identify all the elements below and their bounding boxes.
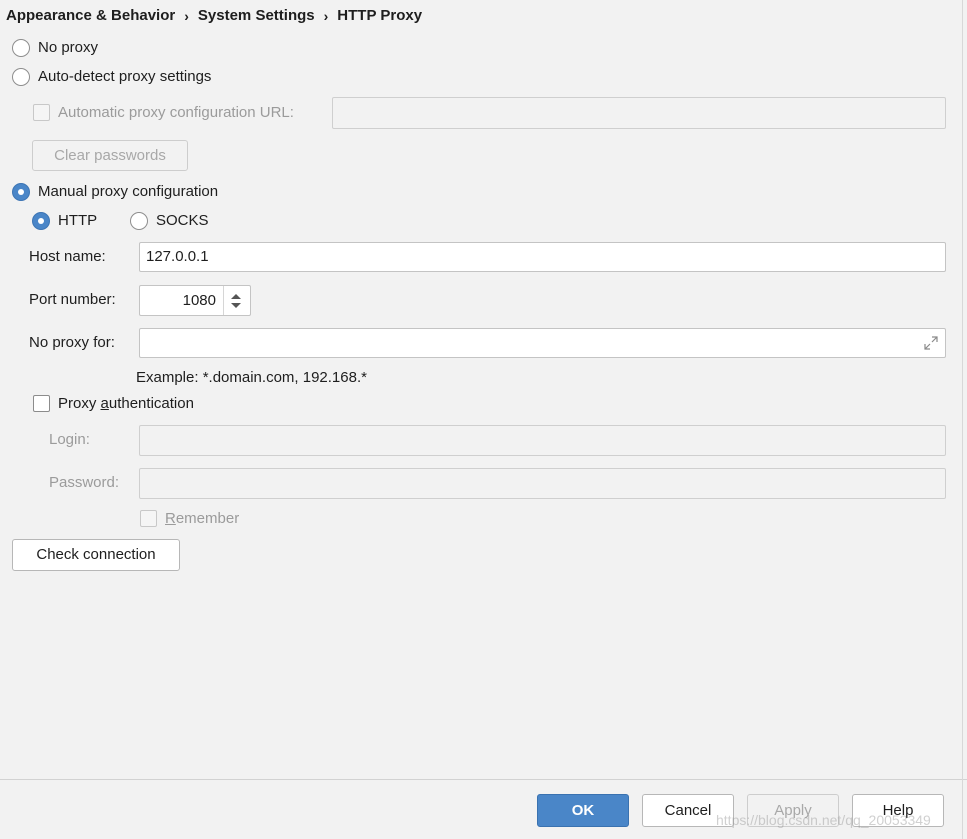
stepper-divider xyxy=(223,286,224,315)
no-proxy-radio[interactable] xyxy=(12,39,30,57)
breadcrumb-current: HTTP Proxy xyxy=(337,7,423,24)
breadcrumb: Appearance & Behavior › System Settings … xyxy=(6,7,422,24)
chevron-right-icon: › xyxy=(184,7,189,24)
clear-passwords-button[interactable]: Clear passwords xyxy=(32,140,188,171)
proxy-auth-label[interactable]: Proxy authentication xyxy=(58,395,194,413)
host-name-input[interactable]: 127.0.0.1 xyxy=(139,242,946,272)
footer-divider xyxy=(0,779,967,780)
proxy-auth-mnemonic: a xyxy=(100,395,109,412)
http-radio[interactable] xyxy=(32,212,50,230)
no-proxy-example: Example: *.domain.com, 192.168.* xyxy=(136,369,367,386)
password-input[interactable] xyxy=(139,468,946,499)
port-number-stepper[interactable]: 1080 xyxy=(139,285,251,316)
stepper-arrows-icon[interactable] xyxy=(230,291,242,311)
remember-mnemonic: R xyxy=(165,510,176,527)
manual-proxy-label[interactable]: Manual proxy configuration xyxy=(38,183,218,201)
ok-button[interactable]: OK xyxy=(537,794,629,827)
no-proxy-label[interactable]: No proxy xyxy=(38,39,98,57)
proxy-auth-label-prefix: Proxy xyxy=(58,395,101,412)
socks-label[interactable]: SOCKS xyxy=(156,212,209,230)
host-name-label: Host name: xyxy=(29,248,106,265)
remember-label: Remember xyxy=(165,510,239,528)
no-proxy-for-label: No proxy for: xyxy=(29,334,115,351)
breadcrumb-item[interactable]: Appearance & Behavior xyxy=(6,7,175,24)
chevron-right-icon: › xyxy=(323,7,329,24)
login-label: Login: xyxy=(49,431,90,448)
port-number-label: Port number: xyxy=(29,291,116,308)
password-label: Password: xyxy=(49,474,120,491)
breadcrumb-item[interactable]: System Settings xyxy=(198,7,315,24)
auto-detect-label[interactable]: Auto-detect proxy settings xyxy=(38,68,211,86)
window-edge xyxy=(962,0,963,839)
expand-icon[interactable] xyxy=(923,335,939,351)
check-connection-button[interactable]: Check connection xyxy=(12,539,180,571)
auto-config-url-input[interactable] xyxy=(332,97,946,129)
manual-proxy-radio[interactable] xyxy=(12,183,30,201)
watermark: https://blog.csdn.net/qq_20053349 xyxy=(716,812,931,828)
auto-detect-radio[interactable] xyxy=(12,68,30,86)
remember-label-rest: emember xyxy=(175,510,240,527)
proxy-auth-checkbox[interactable] xyxy=(33,395,50,412)
remember-checkbox[interactable] xyxy=(140,510,157,527)
http-label[interactable]: HTTP xyxy=(58,212,97,230)
host-name-value: 127.0.0.1 xyxy=(146,248,209,265)
socks-radio[interactable] xyxy=(130,212,148,230)
proxy-auth-label-rest: uthentication xyxy=(108,395,194,412)
auto-config-url-checkbox[interactable] xyxy=(33,104,50,121)
no-proxy-for-input[interactable] xyxy=(139,328,946,358)
login-input[interactable] xyxy=(139,425,946,456)
port-number-value: 1080 xyxy=(182,292,216,309)
auto-config-url-label: Automatic proxy configuration URL: xyxy=(58,104,294,121)
